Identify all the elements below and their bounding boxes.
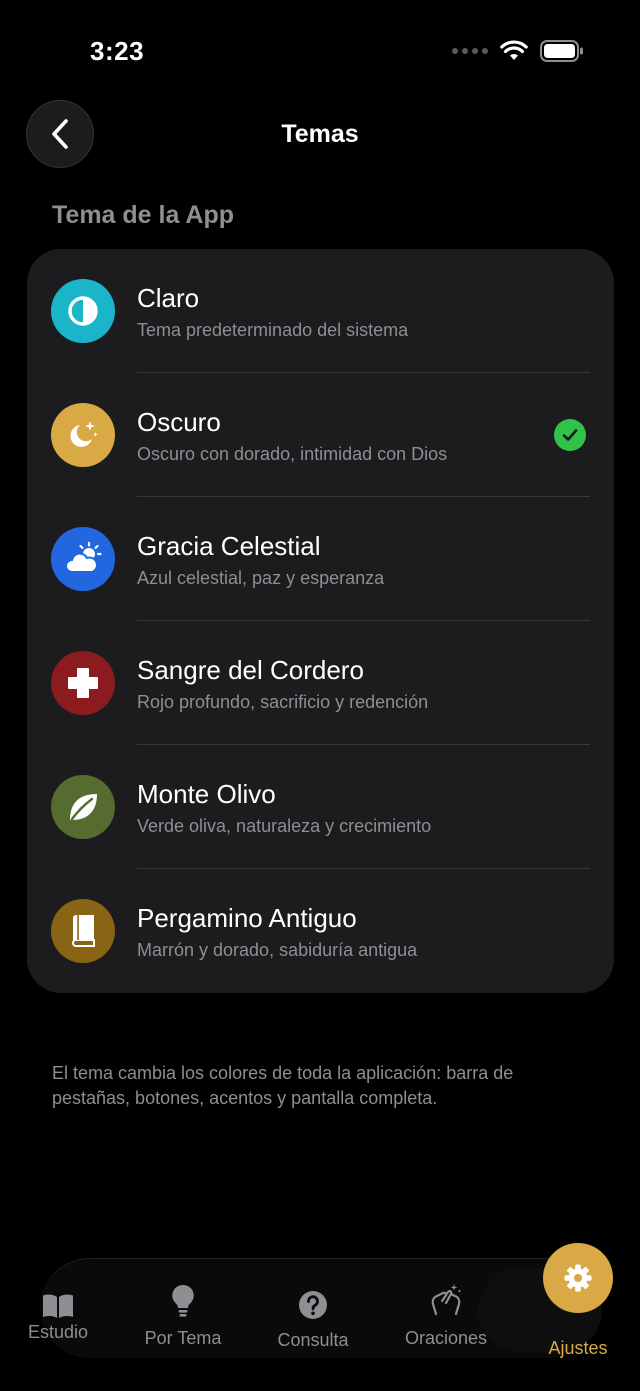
theme-text: Pergamino Antiguo Marrón y dorado, sabid… — [137, 902, 417, 961]
cloud-sun-icon — [51, 527, 115, 591]
theme-option-sangre-del-cordero[interactable]: Sangre del Cordero Rojo profundo, sacrif… — [27, 621, 614, 745]
lightbulb-icon — [171, 1278, 195, 1318]
navigation-header: Temas — [0, 100, 640, 170]
book-icon — [51, 899, 115, 963]
tab-label-ajustes[interactable]: Ajustes — [538, 1338, 618, 1359]
status-icons — [452, 40, 584, 62]
tab-label: Consulta — [277, 1330, 349, 1350]
gear-icon — [564, 1264, 592, 1292]
theme-description: Verde oliva, naturaleza y crecimiento — [137, 815, 432, 836]
question-circle-icon — [298, 1280, 328, 1320]
theme-text: Monte Olivo Verde oliva, naturaleza y cr… — [137, 778, 431, 837]
theme-option-monte-olivo[interactable]: Monte Olivo Verde oliva, naturaleza y cr… — [27, 745, 614, 869]
checkmark-icon — [554, 419, 586, 451]
footer-note: El tema cambia los colores de toda la ap… — [52, 1063, 514, 1108]
theme-description: Azul celestial, paz y esperanza — [137, 567, 385, 588]
theme-option-claro[interactable]: Claro Tema predeterminado del sistema — [27, 249, 614, 373]
section-title: Tema de la App — [52, 201, 234, 229]
theme-description: Tema predeterminado del sistema — [137, 319, 409, 340]
status-time: 3:23 — [90, 36, 145, 66]
theme-name: Sangre del Cordero — [137, 654, 364, 685]
theme-description: Oscuro con dorado, intimidad con Dios — [137, 443, 448, 464]
theme-option-gracia-celestial[interactable]: Gracia Celestial Azul celestial, paz y e… — [27, 497, 614, 621]
theme-text: Gracia Celestial Azul celestial, paz y e… — [137, 530, 384, 589]
praying-hands-icon — [428, 1278, 464, 1318]
tab-oraciones[interactable]: Oraciones — [402, 1278, 490, 1349]
theme-name: Oscuro — [137, 406, 221, 437]
tab-label: Oraciones — [404, 1328, 488, 1348]
cross-icon — [51, 651, 115, 715]
tab-estudio[interactable]: Estudio — [26, 1280, 90, 1343]
theme-option-pergamino-antiguo[interactable]: Pergamino Antiguo Marrón y dorado, sabid… — [27, 869, 614, 993]
half-circle-icon — [51, 279, 115, 343]
battery-icon — [540, 40, 583, 62]
theme-option-oscuro[interactable]: Oscuro Oscuro con dorado, intimidad con … — [27, 373, 614, 497]
theme-text: Claro Tema predeterminado del sistema — [137, 282, 408, 341]
tab-label: Por Tema — [144, 1328, 222, 1348]
moon-stars-icon — [51, 403, 115, 467]
wifi-icon — [500, 40, 528, 60]
theme-text: Sangre del Cordero Rojo profundo, sacrif… — [137, 654, 428, 713]
tab-consulta[interactable]: Consulta — [272, 1280, 354, 1351]
open-book-icon — [41, 1280, 75, 1320]
cellular-signal-icon — [452, 48, 488, 54]
tab-ajustes[interactable] — [543, 1243, 613, 1313]
theme-name: Claro — [137, 282, 200, 313]
theme-description: Marrón y dorado, sabiduría antigua — [137, 939, 418, 960]
tab-por-tema[interactable]: Por Tema — [142, 1278, 224, 1349]
theme-text: Oscuro Oscuro con dorado, intimidad con … — [137, 406, 447, 465]
tab-label: Estudio — [27, 1322, 89, 1342]
themes-list: Claro Tema predeterminado del sistema Os… — [27, 249, 614, 993]
page-title: Temas — [281, 120, 359, 148]
theme-description: Rojo profundo, sacrificio y redención — [137, 691, 429, 712]
status-bar: 3:23 — [0, 0, 640, 100]
leaf-icon — [51, 775, 115, 839]
theme-name: Gracia Celestial — [137, 530, 321, 561]
theme-name: Monte Olivo — [137, 778, 276, 809]
theme-name: Pergamino Antiguo — [137, 902, 357, 933]
tab-bar: Estudio Por Tema Consulta Oraciones Ajus… — [0, 1243, 640, 1391]
